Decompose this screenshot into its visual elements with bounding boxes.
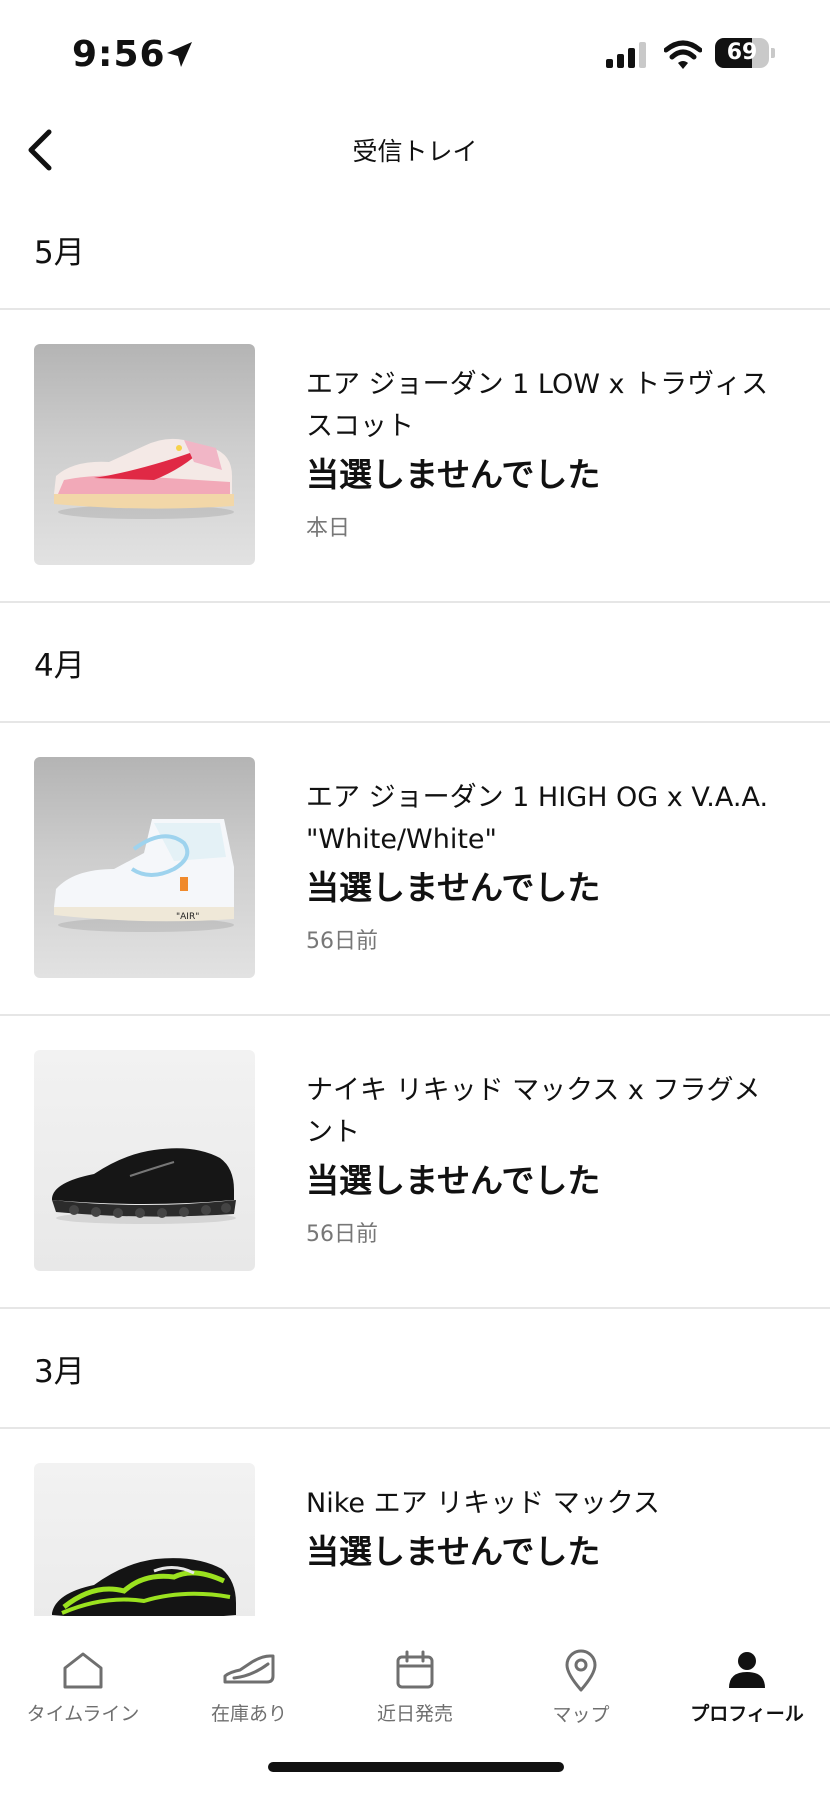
tab-bar: タイムライン 在庫あり 近日発売 マップ プロフィール — [0, 1616, 830, 1726]
tab-label: 近日発売 — [376, 1703, 453, 1725]
tab-timeline[interactable]: タイムライン — [0, 1616, 166, 1726]
page-title: 受信トレイ — [352, 137, 478, 166]
item-date: 56日前 — [306, 1222, 378, 1247]
status-bar: 9:56 69 — [0, 0, 830, 110]
battery-level: 69 — [726, 40, 758, 65]
battery-indicator: 69 — [715, 38, 775, 68]
wifi-icon — [663, 40, 703, 74]
list-item[interactable]: ナイキ リキッド マックス x フラグメント 当選しませんでした 56日前 — [0, 1016, 830, 1309]
item-name: エア ジョーダン 1 LOW x トラヴィス スコット — [306, 369, 769, 442]
cellular-signal-icon — [606, 42, 650, 72]
battery-nub — [771, 48, 775, 58]
app-screen: 9:56 69 受信トレイ 5月 エア ジョーダン 1 LOW x トラヴィス … — [0, 0, 830, 1796]
tab-label: プロフィール — [690, 1703, 804, 1725]
inbox-list[interactable]: 5月 エア ジョーダン 1 LOW x トラヴィス スコット 当選しませんでした… — [0, 190, 830, 1616]
tab-upcoming[interactable]: 近日発売 — [332, 1616, 498, 1726]
home-indicator — [268, 1762, 564, 1772]
tab-label: 在庫あり — [210, 1703, 287, 1725]
item-date: 本日 — [306, 516, 351, 541]
list-item[interactable]: Nike エア リキッド マックス 当選しませんでした — [0, 1429, 830, 1616]
item-name: Nike エア リキッド マックス — [306, 1488, 660, 1519]
tab-in-stock[interactable]: 在庫あり — [166, 1616, 332, 1726]
list-item[interactable]: "AIR" エア ジョーダン 1 HIGH OG x V.A.A. "White… — [0, 723, 830, 1016]
item-status: 当選しませんでした — [306, 1532, 601, 1571]
tab-map[interactable]: マップ — [498, 1616, 664, 1726]
pink-low-sneaker-image — [34, 344, 255, 565]
item-status: 当選しませんでした — [306, 868, 601, 907]
nav-header: 受信トレイ — [0, 110, 830, 190]
battery-body: 69 — [715, 38, 769, 68]
list-item[interactable]: エア ジョーダン 1 LOW x トラヴィス スコット 当選しませんでした 本日 — [0, 310, 830, 603]
white-high-sneaker-image: "AIR" — [34, 757, 255, 978]
item-text: エア ジョーダン 1 HIGH OG x V.A.A. "White/White… — [306, 777, 776, 955]
map-pin-icon — [563, 1648, 599, 1692]
home-icon — [61, 1648, 105, 1691]
location-arrow-icon — [164, 40, 194, 74]
green-black-sneaker-image — [34, 1463, 255, 1616]
tab-profile[interactable]: プロフィール — [664, 1616, 830, 1726]
item-name: ナイキ リキッド マックス x フラグメント — [306, 1075, 761, 1148]
profile-icon — [727, 1648, 767, 1691]
section-header-may: 5月 — [0, 190, 830, 310]
black-runner-sneaker-image — [34, 1050, 255, 1271]
status-time: 9:56 — [72, 34, 166, 75]
tab-label: タイムライン — [26, 1703, 140, 1725]
item-text: Nike エア リキッド マックス 当選しませんでした — [306, 1483, 776, 1577]
item-text: エア ジョーダン 1 LOW x トラヴィス スコット 当選しませんでした 本日 — [306, 364, 776, 542]
item-text: ナイキ リキッド マックス x フラグメント 当選しませんでした 56日前 — [306, 1070, 776, 1248]
section-header-april: 4月 — [0, 603, 830, 723]
item-status: 当選しませんでした — [306, 1161, 601, 1200]
item-status: 当選しませんでした — [306, 455, 601, 494]
item-date: 56日前 — [306, 929, 378, 954]
item-name: エア ジョーダン 1 HIGH OG x V.A.A. "White/White… — [306, 782, 769, 855]
shoe-icon — [222, 1648, 276, 1691]
tab-label: マップ — [552, 1704, 610, 1726]
section-header-march: 3月 — [0, 1309, 830, 1429]
svg-text:"AIR": "AIR" — [176, 912, 199, 922]
calendar-icon — [395, 1648, 435, 1691]
